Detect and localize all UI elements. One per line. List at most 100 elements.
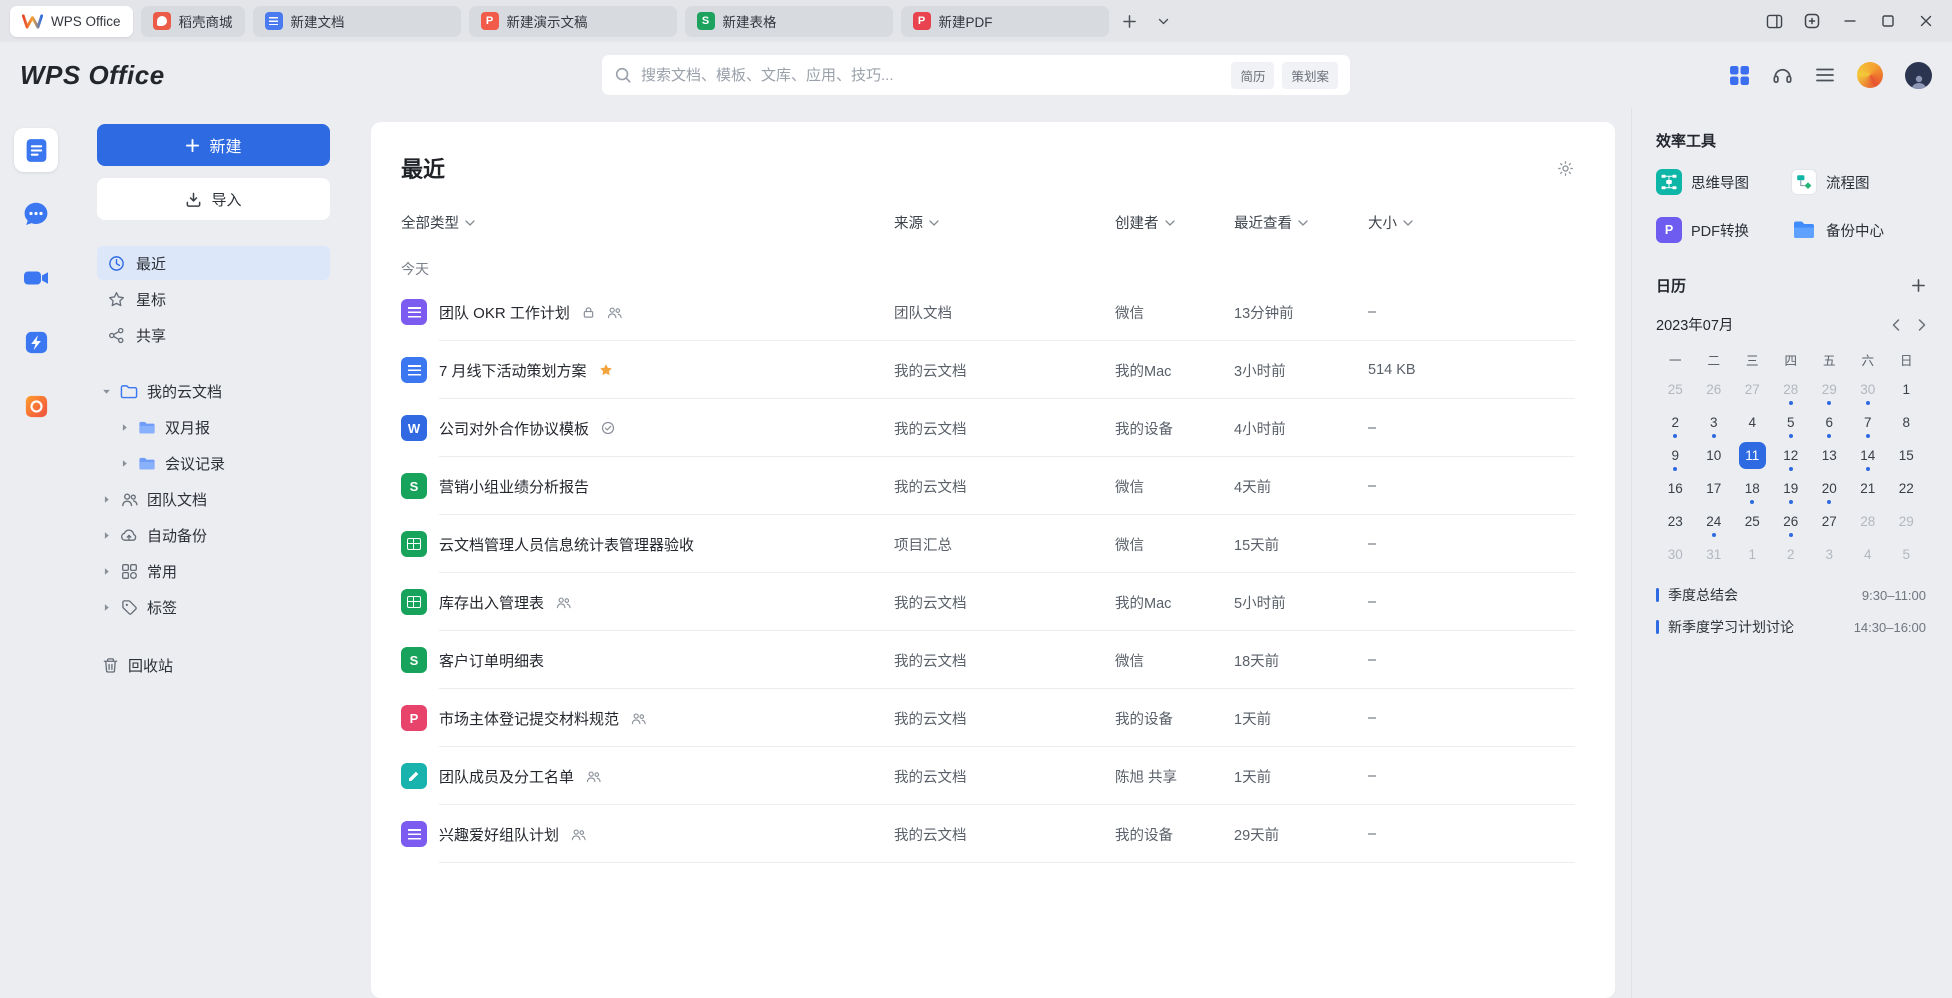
tab-4[interactable]: S新建表格 (685, 6, 893, 37)
file-row[interactable]: 云文档管理人员信息统计表管理器验收项目汇总微信15天前– (401, 515, 1575, 573)
calendar-day[interactable]: 19 (1772, 472, 1811, 505)
rail-apps-suite-icon[interactable] (14, 384, 58, 428)
calendar-day[interactable]: 4 (1733, 406, 1772, 439)
calendar-day[interactable]: 10 (1695, 439, 1734, 472)
sidebar-tree-item[interactable]: 会议记录 (97, 446, 330, 480)
filter-size[interactable]: 大小 (1368, 212, 1413, 233)
filter-source[interactable]: 来源 (894, 212, 939, 233)
add-event-icon[interactable] (1911, 278, 1926, 293)
filter-viewed[interactable]: 最近查看 (1234, 212, 1308, 233)
import-button[interactable]: 导入 (97, 178, 330, 220)
sidebar-tree-item[interactable]: 团队文档 (97, 482, 330, 516)
tab-5[interactable]: P新建PDF (901, 6, 1109, 37)
calendar-day-selected[interactable]: 11 (1733, 439, 1772, 472)
calendar-day[interactable]: 9 (1656, 439, 1695, 472)
tool-backup-center[interactable]: 备份中心 (1791, 217, 1926, 243)
calendar-event[interactable]: 新季度学习计划讨论14:30–16:00 (1656, 617, 1926, 637)
calendar-day[interactable]: 31 (1695, 538, 1734, 571)
file-row[interactable]: P市场主体登记提交材料规范我的云文档我的设备1天前– (401, 689, 1575, 747)
rail-documents-icon[interactable] (14, 128, 58, 172)
caret-right-icon[interactable] (101, 603, 111, 612)
calendar-day[interactable]: 2 (1772, 538, 1811, 571)
sidebar-tree-item[interactable]: 我的云文档 (97, 374, 330, 408)
calendar-event[interactable]: 季度总结会9:30–11:00 (1656, 585, 1926, 605)
calendar-day[interactable]: 14 (1849, 439, 1888, 472)
caret-right-icon[interactable] (101, 531, 111, 540)
maximize-button[interactable] (1872, 6, 1904, 36)
calendar-day[interactable]: 3 (1810, 538, 1849, 571)
search-tag[interactable]: 策划案 (1282, 62, 1338, 89)
calendar-day[interactable]: 22 (1887, 472, 1926, 505)
sidebar-tree-item[interactable]: 双月报 (97, 410, 330, 444)
calendar-day[interactable]: 12 (1772, 439, 1811, 472)
calendar-day[interactable]: 26 (1772, 505, 1811, 538)
file-row[interactable]: S客户订单明细表我的云文档微信18天前– (401, 631, 1575, 689)
calendar-day[interactable]: 3 (1695, 406, 1734, 439)
menu-icon[interactable] (1815, 67, 1835, 83)
calendar-day[interactable]: 1 (1887, 373, 1926, 406)
tool-mindmap[interactable]: 思维导图 (1656, 169, 1791, 195)
sidebar-item-clock[interactable]: 最近 (97, 246, 330, 280)
sidebar-tree-item[interactable]: 标签 (97, 590, 330, 624)
tab-1[interactable]: 稻壳商城 (141, 6, 245, 37)
calendar-day[interactable]: 18 (1733, 472, 1772, 505)
calendar-day[interactable]: 16 (1656, 472, 1695, 505)
side-panel-toggle-icon[interactable] (1758, 6, 1790, 36)
calendar-day[interactable]: 25 (1733, 505, 1772, 538)
close-button[interactable] (1910, 6, 1942, 36)
tab-list-dropdown-icon[interactable] (1151, 8, 1177, 34)
prev-month-icon[interactable] (1892, 319, 1900, 331)
calendar-day[interactable]: 6 (1810, 406, 1849, 439)
sidebar-item-star[interactable]: 星标 (97, 282, 330, 316)
new-document-button[interactable]: 新建 (97, 124, 330, 166)
file-row[interactable]: 7 月线下活动策划方案我的云文档我的Mac3小时前514 KB (401, 341, 1575, 399)
calendar-day[interactable]: 8 (1887, 406, 1926, 439)
sidebar-item-trash[interactable]: 回收站 (97, 648, 330, 682)
calendar-day[interactable]: 30 (1849, 373, 1888, 406)
calendar-day[interactable]: 27 (1810, 505, 1849, 538)
file-row[interactable]: 团队成员及分工名单我的云文档陈旭 共享1天前– (401, 747, 1575, 805)
file-row[interactable]: 团队 OKR 工作计划团队文档微信13分钟前– (401, 283, 1575, 341)
calendar-day[interactable]: 25 (1656, 373, 1695, 406)
file-row[interactable]: 兴趣爱好组队计划我的云文档我的设备29天前– (401, 805, 1575, 863)
tab-0[interactable]: WPS Office (10, 6, 133, 37)
calendar-day[interactable]: 5 (1772, 406, 1811, 439)
file-row[interactable]: S营销小组业绩分析报告我的云文档微信4天前– (401, 457, 1575, 515)
file-row[interactable]: W公司对外合作协议模板我的云文档我的设备4小时前– (401, 399, 1575, 457)
sidebar-item-share[interactable]: 共享 (97, 318, 330, 352)
apps-grid-icon[interactable] (1729, 65, 1750, 86)
new-tab-button[interactable] (1117, 8, 1143, 34)
calendar-day[interactable]: 17 (1695, 472, 1734, 505)
filter-creator[interactable]: 创建者 (1115, 212, 1175, 233)
membership-icon[interactable] (1857, 62, 1883, 88)
caret-right-icon[interactable] (101, 567, 111, 576)
calendar-day[interactable]: 30 (1656, 538, 1695, 571)
widgets-icon[interactable] (1796, 6, 1828, 36)
calendar-day[interactable]: 26 (1695, 373, 1734, 406)
filter-type[interactable]: 全部类型 (401, 212, 475, 233)
calendar-day[interactable]: 29 (1810, 373, 1849, 406)
calendar-day[interactable]: 28 (1772, 373, 1811, 406)
tool-flowchart[interactable]: 流程图 (1791, 169, 1926, 195)
minimize-button[interactable] (1834, 6, 1866, 36)
calendar-day[interactable]: 5 (1887, 538, 1926, 571)
calendar-day[interactable]: 20 (1810, 472, 1849, 505)
calendar-day[interactable]: 15 (1887, 439, 1926, 472)
calendar-day[interactable]: 1 (1733, 538, 1772, 571)
sidebar-tree-item[interactable]: 自动备份 (97, 518, 330, 552)
tab-2[interactable]: 新建文档 (253, 6, 461, 37)
calendar-day[interactable]: 29 (1887, 505, 1926, 538)
user-avatar[interactable] (1905, 62, 1932, 89)
caret-down-icon[interactable] (101, 387, 111, 396)
search-input[interactable] (641, 67, 1222, 84)
tab-3[interactable]: P新建演示文稿 (469, 6, 677, 37)
settings-gear-icon[interactable] (1556, 159, 1575, 178)
rail-forms-icon[interactable] (14, 320, 58, 364)
search-tag[interactable]: 简历 (1231, 62, 1274, 89)
next-month-icon[interactable] (1918, 319, 1926, 331)
tool-pdf-convert[interactable]: PPDF转换 (1656, 217, 1791, 243)
caret-right-icon[interactable] (119, 423, 129, 432)
calendar-day[interactable]: 13 (1810, 439, 1849, 472)
file-row[interactable]: 库存出入管理表我的云文档我的Mac5小时前– (401, 573, 1575, 631)
calendar-day[interactable]: 28 (1849, 505, 1888, 538)
